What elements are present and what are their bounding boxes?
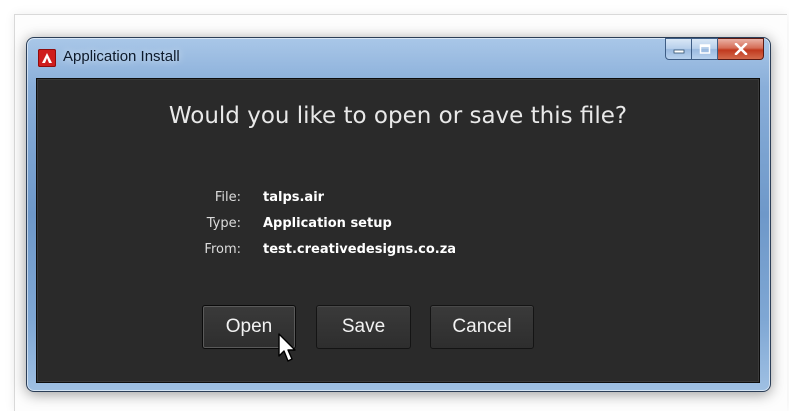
minimize-icon	[673, 49, 684, 54]
maximize-button[interactable]	[692, 38, 718, 60]
minimize-button[interactable]	[665, 38, 692, 60]
save-button[interactable]: Save	[316, 305, 411, 349]
type-value: Application setup	[263, 215, 392, 231]
title-bar[interactable]: Application Install	[27, 38, 770, 78]
file-info: File: talps.air Type: Application setup …	[187, 184, 456, 262]
file-value: talps.air	[263, 189, 325, 205]
dialog-question: Would you like to open or save this file…	[168, 103, 628, 129]
adobe-air-icon	[38, 49, 56, 67]
file-label: File:	[214, 189, 241, 205]
from-value: test.creativedesigns.co.za	[263, 241, 457, 257]
type-row: Type: Application setup	[187, 210, 456, 236]
from-label: From:	[204, 241, 241, 257]
close-icon	[734, 43, 747, 55]
cancel-button[interactable]: Cancel	[430, 305, 534, 349]
from-row: From: test.creativedesigns.co.za	[187, 236, 456, 262]
maximize-icon	[699, 44, 710, 54]
file-row: File: talps.air	[187, 184, 456, 210]
window-title: Application Install	[63, 48, 180, 65]
window-controls	[665, 38, 764, 60]
type-label: Type:	[206, 215, 241, 231]
open-button[interactable]: Open	[202, 305, 296, 349]
close-button[interactable]	[718, 38, 764, 60]
